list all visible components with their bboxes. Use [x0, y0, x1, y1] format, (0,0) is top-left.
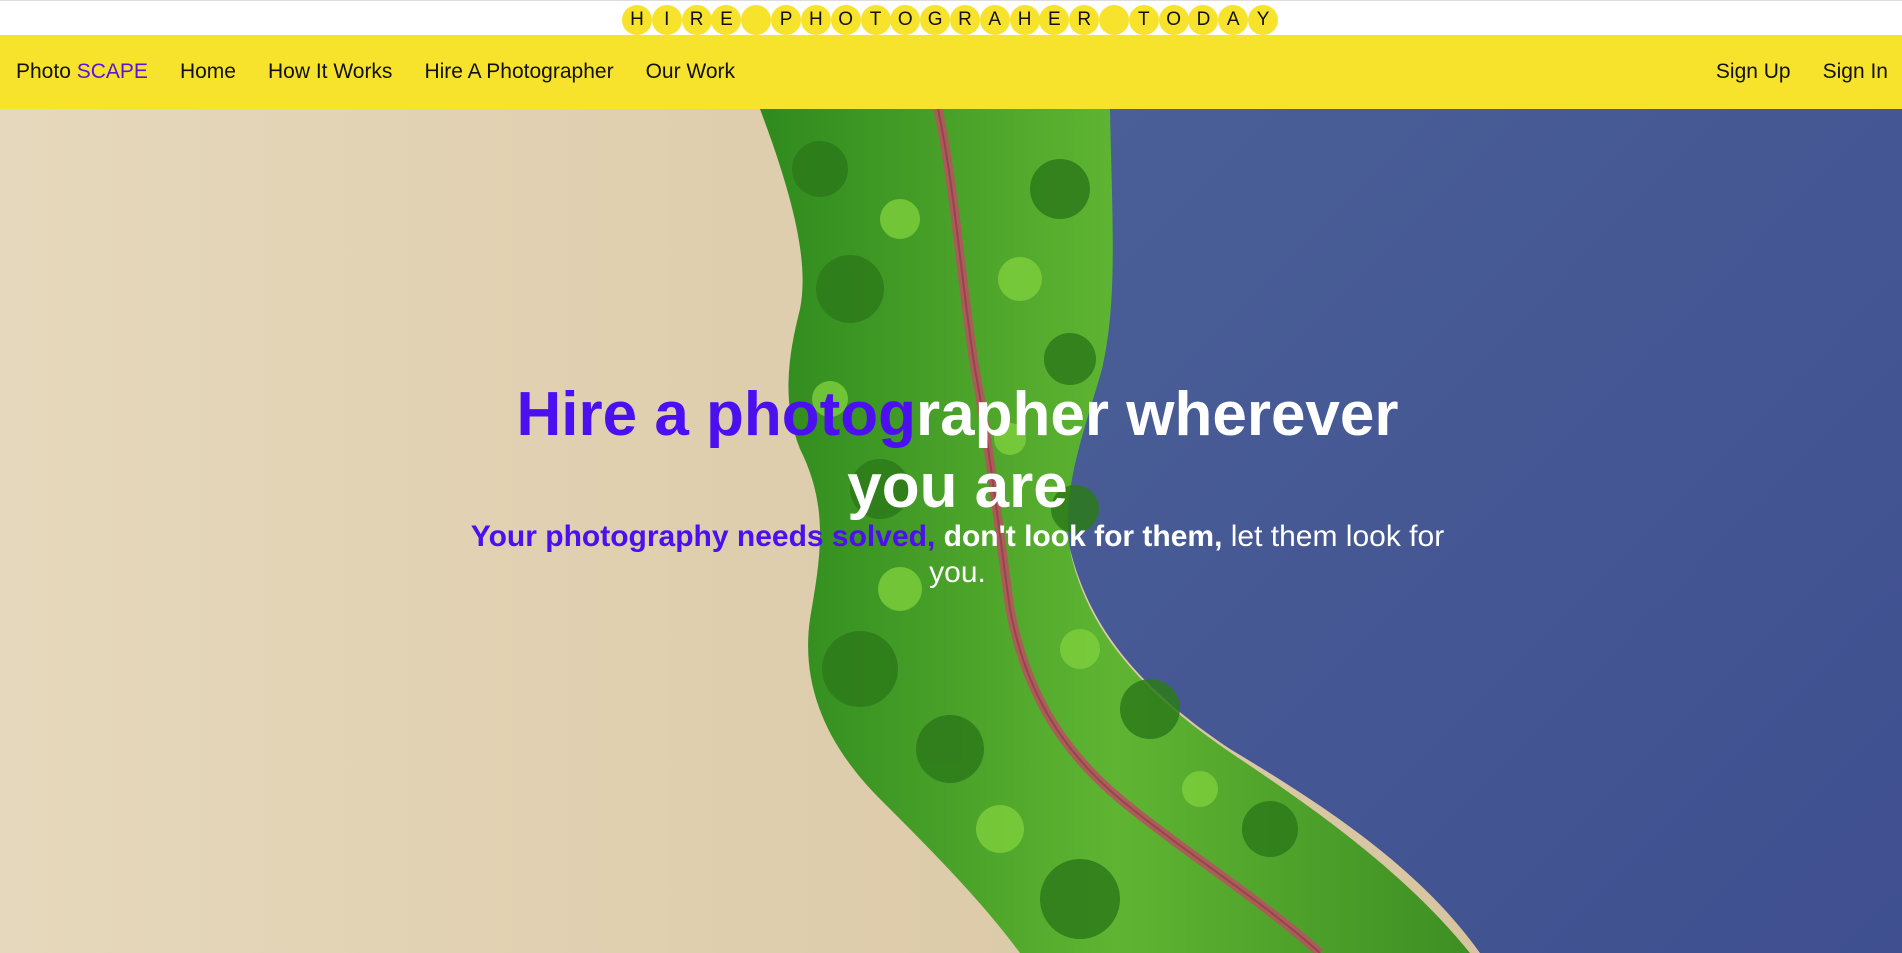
banner-letter — [741, 5, 772, 35]
banner-letter — [1099, 5, 1129, 35]
banner-letter: O — [1158, 5, 1189, 35]
hero-sub-purple: Your photography needs solved, — [470, 520, 936, 553]
banner-letter: O — [890, 5, 921, 35]
banner-letter: T — [1128, 5, 1159, 35]
brand-prefix: Photo — [16, 60, 71, 83]
main-nav: Photo SCAPE Home How It Works Hire A Pho… — [0, 35, 1902, 109]
hero-headline-purple: Hire a photog — [516, 380, 917, 449]
banner-letter: H — [622, 5, 652, 35]
banner-letter: R — [1069, 5, 1100, 35]
brand-accent: SCAPE — [76, 60, 148, 83]
banner-letter: E — [1039, 5, 1070, 35]
banner-letter: A — [1218, 5, 1249, 35]
nav-link-how-it-works[interactable]: How It Works — [268, 60, 392, 84]
hero-subheadline: Your photography needs solved, don't loo… — [470, 519, 1445, 591]
banner-letter: H — [1009, 5, 1040, 35]
banner-letter: G — [920, 5, 951, 35]
brand-logo-link[interactable]: Photo SCAPE — [16, 60, 148, 84]
nav-link-hire-photographer[interactable]: Hire A Photographer — [424, 60, 613, 84]
hero-sub-bold: don't look for them, — [935, 520, 1223, 553]
banner-letter: P — [771, 5, 802, 35]
banner-letter-circles: H I R E P H O T O G R A H E R T O D A Y — [622, 5, 1279, 35]
nav-auth-links: Sign Up Sign In — [1684, 60, 1888, 84]
banner-letter: R — [949, 5, 980, 35]
sign-in-link[interactable]: Sign In — [1823, 60, 1888, 84]
banner-letter: E — [711, 5, 742, 35]
sign-up-link[interactable]: Sign Up — [1716, 60, 1791, 84]
banner-letter: H — [800, 5, 831, 35]
banner-letter: Y — [1248, 5, 1279, 35]
banner-letter: T — [860, 5, 891, 35]
banner-letter: D — [1188, 5, 1219, 35]
banner-letter: O — [830, 5, 861, 35]
top-banner: H I R E P H O T O G R A H E R T O D A Y — [0, 0, 1902, 35]
nav-link-home[interactable]: Home — [180, 60, 236, 84]
nav-link-our-work[interactable]: Our Work — [646, 60, 735, 84]
banner-letter: R — [681, 5, 712, 35]
hero-headline: Hire a photographer wherever you are — [470, 379, 1445, 523]
banner-letter: I — [651, 5, 682, 35]
hero-headline-white: rapher wherever you are — [847, 380, 1399, 521]
hero-section: Hire a photographer wherever you are You… — [0, 109, 1902, 953]
banner-letter: A — [979, 5, 1010, 35]
